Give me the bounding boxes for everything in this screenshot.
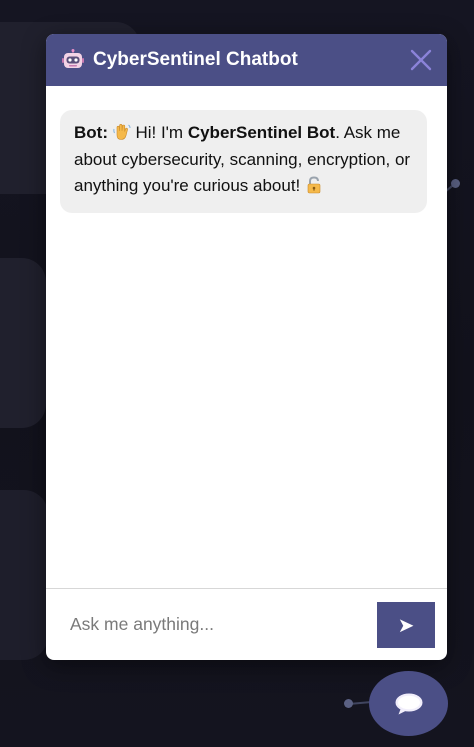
robot-icon: [62, 49, 84, 71]
close-button[interactable]: [409, 48, 433, 72]
chat-input[interactable]: [70, 614, 377, 635]
network-node: [344, 699, 353, 708]
chatbot-header: CyberSentinel Chatbot: [46, 34, 447, 86]
send-icon[interactable]: ➤: [398, 613, 415, 637]
close-icon[interactable]: [410, 49, 432, 71]
send-button[interactable]: ➤: [377, 601, 435, 648]
chat-bubble-icon[interactable]: [394, 692, 424, 716]
chat-messages: Bot: Hi! I'm CyberSentinel Bot. Ask me a…: [46, 86, 447, 588]
bot-message: Bot: Hi! I'm CyberSentinel Bot. Ask me a…: [60, 110, 427, 213]
page-background: CyberSentinel Chatbot Bot: Hi! I'm Cyber…: [0, 0, 474, 747]
chat-input-row: ➤: [46, 588, 447, 660]
chatbot-window: CyberSentinel Chatbot Bot: Hi! I'm Cyber…: [46, 34, 447, 660]
bot-name: CyberSentinel Bot: [187, 123, 336, 142]
network-node: [451, 179, 460, 188]
chat-launcher-button[interactable]: [369, 671, 448, 736]
message-text: Hi! I'm: [135, 123, 184, 142]
background-card: [0, 258, 46, 428]
background-card: [0, 490, 48, 660]
lock-icon: [305, 176, 323, 194]
waving-hand-icon: [113, 123, 131, 141]
message-sender: Bot:: [74, 123, 108, 142]
chatbot-title: CyberSentinel Chatbot: [93, 49, 298, 70]
